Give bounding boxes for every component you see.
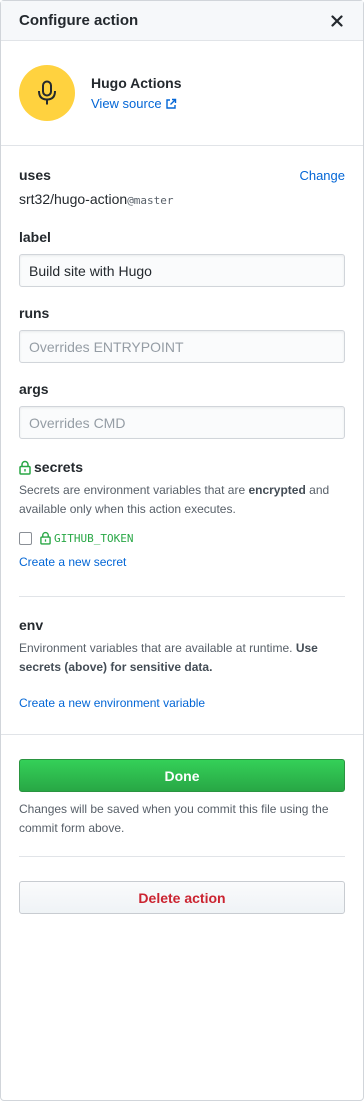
- env-help: Environment variables that are available…: [19, 639, 345, 677]
- delete-action-button[interactable]: Delete action: [19, 881, 345, 914]
- done-note: Changes will be saved when you commit th…: [19, 802, 329, 835]
- divider: [19, 596, 345, 597]
- action-info: Hugo Actions View source: [1, 41, 363, 146]
- secrets-help: Secrets are environment variables that a…: [19, 481, 345, 519]
- panel-header: Configure action: [1, 1, 363, 41]
- action-name: Hugo Actions: [91, 75, 182, 91]
- uses-repo: srt32/hugo-action: [19, 191, 128, 207]
- secrets-help-bold: encrypted: [248, 483, 306, 497]
- uses-value: srt32/hugo-action@master: [19, 191, 345, 207]
- lock-icon: [19, 460, 31, 475]
- args-input[interactable]: [19, 406, 345, 439]
- microphone-icon: [38, 80, 56, 105]
- divider: [1, 734, 363, 735]
- done-button[interactable]: Done: [19, 759, 345, 792]
- label-field-label: label: [19, 229, 51, 245]
- runs-field-label: runs: [19, 305, 50, 321]
- close-icon[interactable]: [329, 13, 345, 29]
- args-field-label: args: [19, 381, 49, 397]
- secrets-help-text: Secrets are environment variables that a…: [19, 483, 249, 497]
- secret-name: GITHUB_TOKEN: [54, 531, 134, 545]
- action-footer: Done Changes will be saved when you comm…: [1, 759, 363, 914]
- configure-action-panel: Configure action Hugo Actions View sourc…: [0, 0, 364, 1101]
- panel-title: Configure action: [19, 12, 139, 29]
- view-source-link[interactable]: View source: [91, 96, 181, 111]
- lock-icon: [40, 531, 51, 545]
- secret-item: GITHUB_TOKEN: [19, 531, 345, 545]
- secret-checkbox[interactable]: [19, 531, 32, 545]
- divider: [19, 856, 345, 857]
- secrets-header: secrets: [19, 459, 345, 475]
- action-form: uses Change srt32/hugo-action@master lab…: [1, 167, 363, 712]
- runs-input[interactable]: [19, 330, 345, 363]
- create-env-link[interactable]: Create a new environment variable: [19, 696, 205, 710]
- uses-label: uses: [19, 167, 51, 183]
- uses-ref: @master: [127, 194, 174, 207]
- external-link-icon: [165, 98, 176, 109]
- env-help-text: Environment variables that are available…: [19, 641, 296, 655]
- secrets-label: secrets: [34, 459, 84, 475]
- create-secret-link[interactable]: Create a new secret: [19, 555, 126, 569]
- uses-row: uses Change: [19, 167, 345, 183]
- env-label: env: [19, 617, 44, 633]
- label-input[interactable]: [19, 254, 345, 287]
- view-source-label: View source: [91, 96, 162, 111]
- action-avatar: [19, 65, 75, 121]
- change-link[interactable]: Change: [299, 168, 345, 183]
